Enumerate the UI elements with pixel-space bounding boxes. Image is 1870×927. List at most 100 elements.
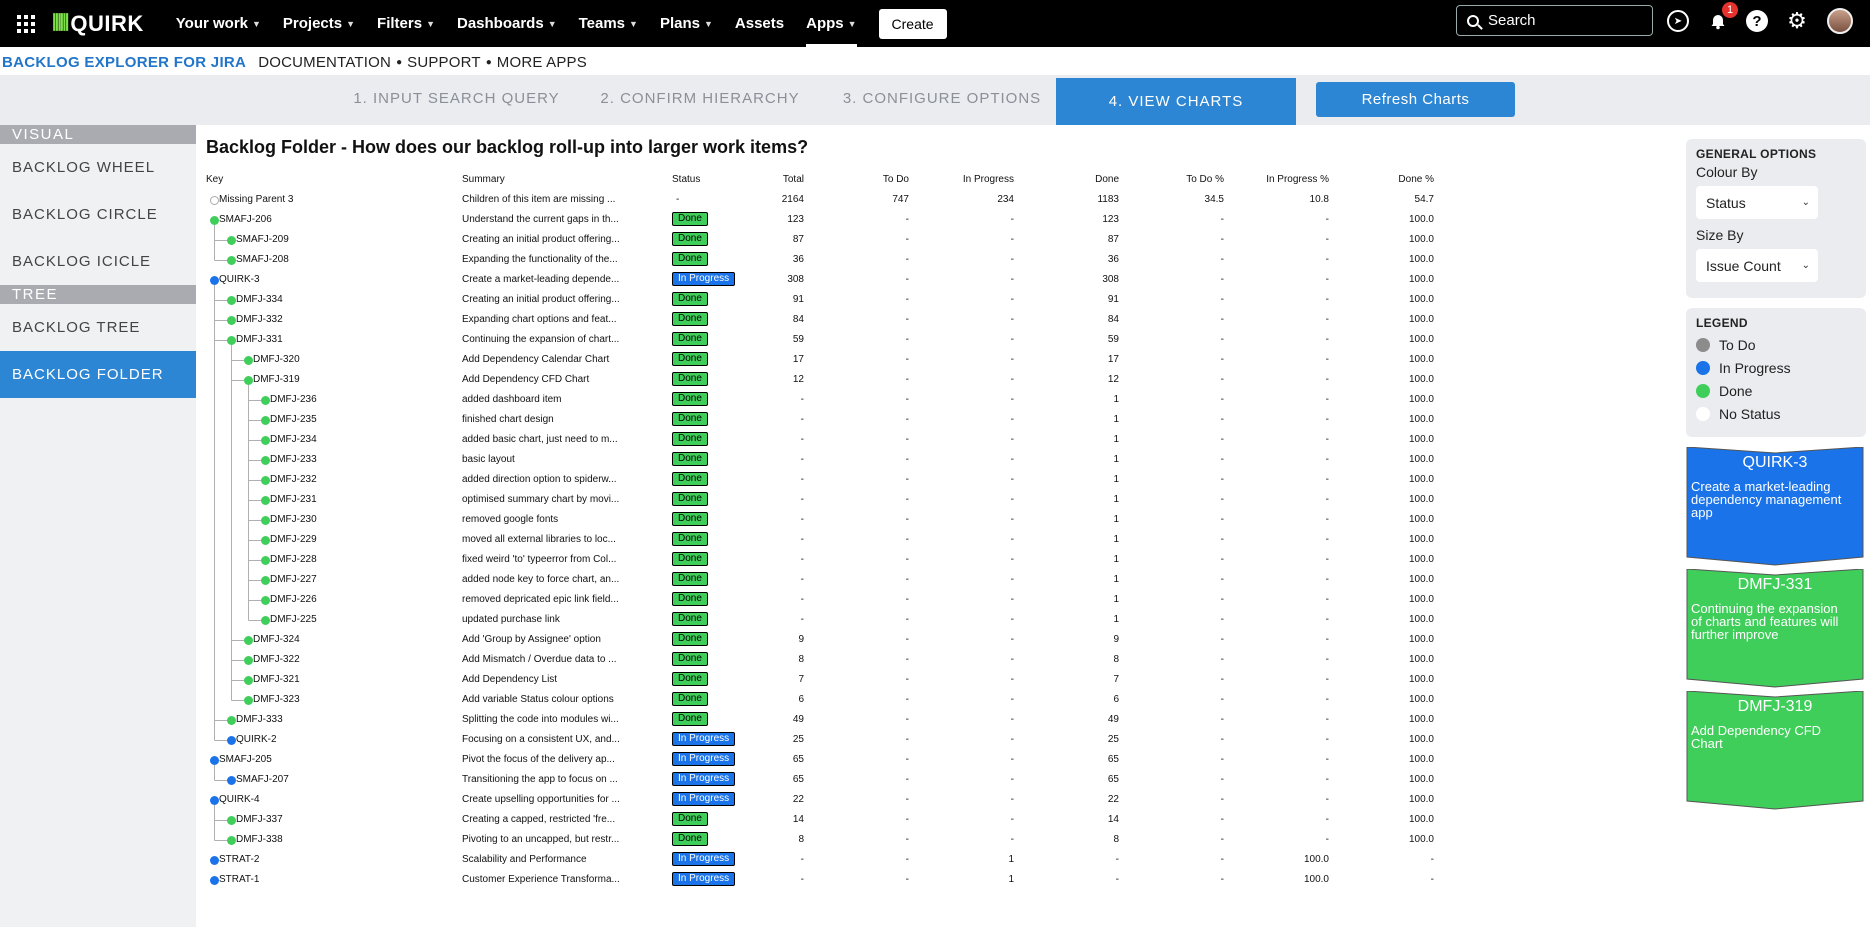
- avatar[interactable]: [1827, 8, 1853, 34]
- node-dot-icon[interactable]: [227, 316, 236, 325]
- row-key-text: STRAT-1: [219, 874, 260, 885]
- sidebar-item-backlog-tree[interactable]: BACKLOG TREE: [0, 304, 196, 351]
- node-dot-icon[interactable]: [261, 596, 270, 605]
- sidebar-item-backlog-wheel[interactable]: BACKLOG WHEEL: [0, 144, 196, 191]
- sidebar-item-backlog-circle[interactable]: BACKLOG CIRCLE: [0, 191, 196, 238]
- nav-item-plans[interactable]: Plans ▼: [660, 0, 713, 47]
- node-dot-icon[interactable]: [210, 196, 219, 205]
- node-dot-icon[interactable]: [227, 236, 236, 245]
- row-donep: 100.0: [1408, 494, 1434, 505]
- row-donep: 100.0: [1408, 754, 1434, 765]
- row-summary: Splitting the code into modules wi...: [462, 714, 619, 725]
- row-donep: 100.0: [1408, 354, 1434, 365]
- node-dot-icon[interactable]: [261, 616, 270, 625]
- help-icon[interactable]: ?: [1746, 10, 1768, 32]
- row-summary: Create a market-leading depende...: [462, 274, 620, 285]
- node-dot-icon[interactable]: [244, 656, 253, 665]
- documentation-link[interactable]: DOCUMENTATION: [258, 54, 391, 71]
- node-dot-icon[interactable]: [227, 256, 236, 265]
- more-apps-link[interactable]: MORE APPS: [497, 54, 587, 71]
- node-dot-icon[interactable]: [261, 556, 270, 565]
- create-button[interactable]: Create: [878, 8, 947, 39]
- row-done: 49: [1107, 714, 1119, 725]
- node-dot-icon[interactable]: [244, 696, 253, 705]
- row-inprogp: 100.0: [1303, 874, 1329, 885]
- node-dot-icon[interactable]: [261, 456, 270, 465]
- logo[interactable]: ⦀⦀ QUIRK: [52, 11, 144, 37]
- node-dot-icon[interactable]: [261, 396, 270, 405]
- row-key: DMFJ-235: [206, 410, 456, 430]
- node-dot-icon[interactable]: [227, 816, 236, 825]
- node-dot-icon[interactable]: [244, 676, 253, 685]
- row-inprogp: -: [1325, 614, 1329, 625]
- app-name[interactable]: BACKLOG EXPLORER FOR JIRA: [2, 54, 246, 71]
- node-dot-icon[interactable]: [227, 716, 236, 725]
- gear-icon[interactable]: ⚙: [1786, 8, 1808, 33]
- step-configure-options[interactable]: 3. CONFIGURE OPTIONS: [822, 75, 1062, 122]
- row-donep: 100.0: [1408, 254, 1434, 265]
- node-dot-icon[interactable]: [210, 876, 219, 885]
- path-card-dmfj-331[interactable]: DMFJ-331 Continuing the expansion of char…: [1686, 569, 1864, 689]
- sidebar-item-backlog-folder[interactable]: BACKLOG FOLDER: [0, 351, 196, 398]
- search-box[interactable]: [1456, 5, 1653, 36]
- node-dot-icon[interactable]: [227, 836, 236, 845]
- row-key: DMFJ-319: [206, 370, 456, 390]
- node-dot-icon[interactable]: [210, 276, 219, 285]
- compass-icon[interactable]: ➤: [1667, 10, 1689, 32]
- nav-item-filters[interactable]: Filters ▼: [377, 0, 435, 47]
- app-switcher-icon[interactable]: [17, 14, 35, 33]
- node-dot-icon[interactable]: [210, 796, 219, 805]
- node-dot-icon[interactable]: [210, 756, 219, 765]
- nav-item-teams[interactable]: Teams ▼: [579, 0, 638, 47]
- node-dot-icon[interactable]: [244, 356, 253, 365]
- row-todo: -: [905, 374, 909, 385]
- row-inprogp: -: [1325, 414, 1329, 425]
- row-total: -: [800, 434, 804, 445]
- node-dot-icon[interactable]: [261, 576, 270, 585]
- search-input[interactable]: [1488, 12, 1638, 29]
- row-todop: -: [1220, 354, 1224, 365]
- nav-item-your-work[interactable]: Your work ▼: [176, 0, 261, 47]
- node-dot-icon[interactable]: [227, 296, 236, 305]
- status-empty: -: [676, 194, 680, 205]
- node-dot-icon[interactable]: [210, 856, 219, 865]
- nav-item-dashboards[interactable]: Dashboards ▼: [457, 0, 557, 47]
- nav-item-projects[interactable]: Projects ▼: [283, 0, 355, 47]
- node-dot-icon[interactable]: [261, 516, 270, 525]
- step-confirm-hierarchy[interactable]: 2. CONFIRM HIERARCHY: [580, 75, 820, 122]
- row-todop: -: [1220, 574, 1224, 585]
- row-donep: 100.0: [1408, 734, 1434, 745]
- nav-item-apps[interactable]: Apps ▼: [806, 0, 857, 47]
- step-input-search-query[interactable]: 1. INPUT SEARCH QUERY: [334, 75, 579, 122]
- step-view-charts[interactable]: 4. VIEW CHARTS: [1056, 78, 1296, 125]
- refresh-charts-button[interactable]: Refresh Charts: [1316, 82, 1515, 117]
- sidebar-item-backlog-icicle[interactable]: BACKLOG ICICLE: [0, 238, 196, 285]
- row-key-text: DMFJ-319: [253, 374, 300, 385]
- node-dot-icon[interactable]: [261, 536, 270, 545]
- size-by-select[interactable]: Issue Count ⌄: [1696, 249, 1818, 282]
- support-link[interactable]: SUPPORT: [407, 54, 481, 71]
- node-dot-icon[interactable]: [261, 416, 270, 425]
- node-dot-icon[interactable]: [244, 636, 253, 645]
- nav-item-assets[interactable]: Assets: [735, 0, 784, 47]
- row-inprogp: -: [1325, 214, 1329, 225]
- row-total: -: [800, 554, 804, 565]
- row-inprog: -: [1010, 454, 1014, 465]
- row-todop: -: [1220, 594, 1224, 605]
- node-dot-icon[interactable]: [210, 216, 219, 225]
- node-dot-icon[interactable]: [261, 476, 270, 485]
- nav-item-label: Plans: [659, 15, 700, 32]
- node-dot-icon[interactable]: [227, 776, 236, 785]
- legend-dot-icon: [1696, 338, 1710, 352]
- colour-by-select[interactable]: Status ⌄: [1696, 186, 1818, 219]
- node-dot-icon[interactable]: [261, 436, 270, 445]
- node-dot-icon[interactable]: [244, 376, 253, 385]
- node-dot-icon[interactable]: [227, 336, 236, 345]
- row-donep: 100.0: [1408, 574, 1434, 585]
- path-card-dmfj-319[interactable]: DMFJ-319 Add Dependency CFD Chart: [1686, 691, 1864, 811]
- node-dot-icon[interactable]: [261, 496, 270, 505]
- node-dot-icon[interactable]: [227, 736, 236, 745]
- notifications-icon[interactable]: 1: [1707, 2, 1738, 32]
- path-card-quirk-3[interactable]: QUIRK-3 Create a market-leading dependenc…: [1686, 447, 1864, 567]
- row-inprog: -: [1010, 474, 1014, 485]
